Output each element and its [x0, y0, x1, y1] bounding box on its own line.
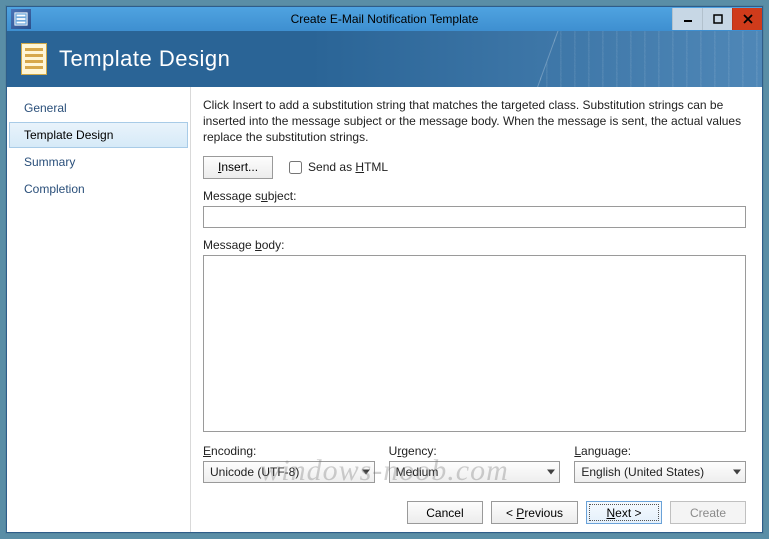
meta-row: Encoding: Unicode (UTF-8) Urgency: Mediu…	[203, 444, 746, 483]
cancel-button[interactable]: Cancel	[407, 501, 483, 524]
window-title: Create E-Mail Notification Template	[7, 12, 762, 26]
wizard-body: General Template Design Summary Completi…	[7, 87, 762, 532]
encoding-label: Encoding:	[203, 444, 375, 458]
chevron-down-icon	[362, 470, 370, 475]
language-combo[interactable]: English (United States)	[574, 461, 746, 483]
body-textarea[interactable]	[203, 255, 746, 432]
encoding-combo[interactable]: Unicode (UTF-8)	[203, 461, 375, 483]
app-icon	[11, 9, 31, 29]
content-pane: Click Insert to add a substitution strin…	[191, 87, 762, 532]
titlebar: Create E-Mail Notification Template	[7, 7, 762, 31]
minimize-button[interactable]	[672, 8, 702, 30]
body-label: Message body:	[203, 238, 746, 252]
wizard-banner: Template Design	[7, 31, 762, 87]
sidebar-item-general[interactable]: General	[9, 95, 188, 121]
urgency-value: Medium	[396, 465, 439, 479]
insert-button[interactable]: Insert...	[203, 156, 273, 179]
wizard-window: Create E-Mail Notification Template Temp…	[6, 6, 763, 533]
urgency-label: Urgency:	[389, 444, 561, 458]
language-value: English (United States)	[581, 465, 704, 479]
subject-label: Message subject:	[203, 189, 746, 203]
next-button[interactable]: Next >	[586, 501, 662, 524]
language-label: Language:	[574, 444, 746, 458]
wizard-footer: Cancel < Previous Next > Create	[203, 495, 746, 524]
sidebar-item-completion[interactable]: Completion	[9, 176, 188, 202]
send-as-html-checkbox[interactable]	[289, 161, 302, 174]
close-button[interactable]	[732, 8, 762, 30]
subject-input[interactable]	[203, 206, 746, 228]
banner-heading: Template Design	[59, 46, 230, 72]
maximize-button[interactable]	[702, 8, 732, 30]
create-button: Create	[670, 501, 746, 524]
window-controls	[672, 8, 762, 30]
previous-button[interactable]: < Previous	[491, 501, 578, 524]
description-text: Click Insert to add a substitution strin…	[203, 97, 746, 146]
urgency-combo[interactable]: Medium	[389, 461, 561, 483]
sidebar-item-summary[interactable]: Summary	[9, 149, 188, 175]
template-icon	[21, 43, 47, 75]
chevron-down-icon	[547, 470, 555, 475]
send-as-html-wrapper[interactable]: Send as HTML	[289, 160, 388, 174]
sidebar-item-template-design[interactable]: Template Design	[9, 122, 188, 148]
encoding-value: Unicode (UTF-8)	[210, 465, 299, 479]
wizard-steps-sidebar: General Template Design Summary Completi…	[7, 87, 191, 532]
send-as-html-label: Send as HTML	[308, 160, 388, 174]
chevron-down-icon	[733, 470, 741, 475]
